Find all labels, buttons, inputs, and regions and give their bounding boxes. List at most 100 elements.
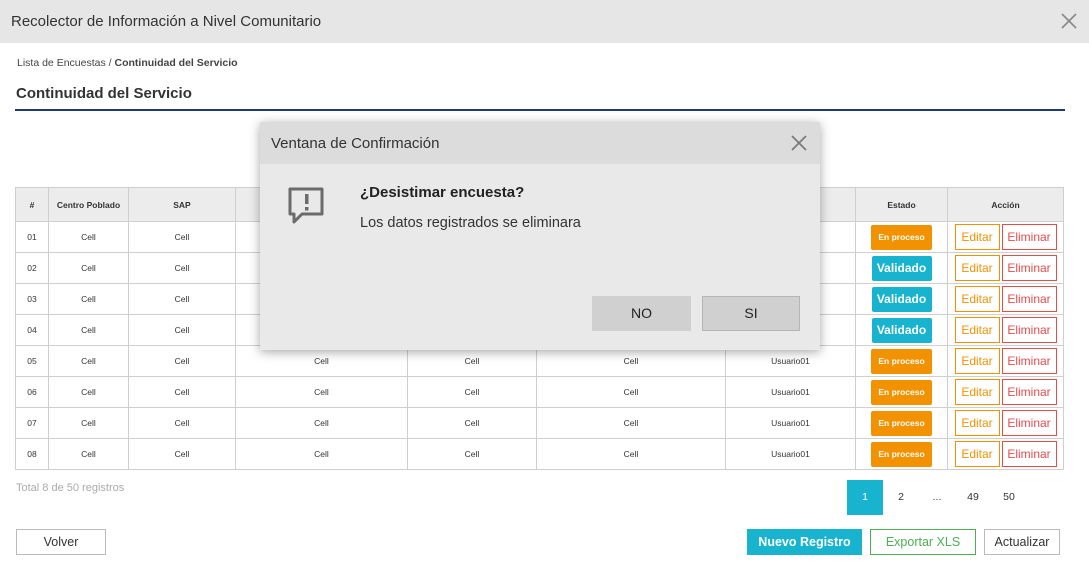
table-cell: Cell (536, 407, 726, 439)
new-record-button[interactable]: Nuevo Registro (747, 529, 862, 555)
row-number-cell: 07 (15, 407, 49, 439)
usuario-cell: Usuario01 (725, 438, 856, 470)
action-cell: Editar Eliminar (947, 314, 1064, 346)
breadcrumb-parent-link[interactable]: Lista de Encuestas (17, 57, 106, 69)
table-cell: Cell (235, 345, 408, 377)
back-button[interactable]: Volver (16, 529, 106, 555)
estado-cell: Validado (855, 252, 948, 284)
breadcrumb: Lista de Encuestas / Continuidad del Ser… (17, 57, 238, 69)
edit-button[interactable]: Editar (954, 441, 1000, 467)
close-icon[interactable] (790, 134, 808, 152)
page-button[interactable]: 2 (883, 480, 919, 515)
action-cell: Editar Eliminar (947, 283, 1064, 315)
estado-cell: Validado (855, 283, 948, 315)
export-xls-button[interactable]: Exportar XLS (870, 529, 976, 555)
table-cell: Cell (407, 438, 537, 470)
table-cell: Cell (407, 345, 537, 377)
column-header: Estado (855, 187, 948, 222)
row-number-cell: 02 (15, 252, 49, 284)
estado-cell: En proceso (855, 221, 948, 253)
breadcrumb-separator: / (105, 57, 115, 69)
page-button[interactable]: 49 (955, 480, 991, 515)
pagination-ellipsis: ... (932, 491, 942, 503)
row-number-cell: 08 (15, 438, 49, 470)
status-badge: En proceso (871, 224, 932, 250)
estado-cell: Validado (855, 314, 948, 346)
row-number-cell: 03 (15, 283, 49, 315)
dialog-message: Los datos registrados se eliminara (360, 215, 581, 231)
edit-button[interactable]: Editar (954, 255, 1000, 281)
action-cell: Editar Eliminar (947, 438, 1064, 470)
edit-button[interactable]: Editar (954, 317, 1000, 343)
sap-cell: Cell (128, 283, 236, 315)
table-row: 08 Cell Cell Cell Cell Cell Usuario01 En proces… (15, 438, 1064, 470)
centro-poblado-cell: Cell (48, 345, 129, 377)
page-button[interactable]: 1 (847, 480, 883, 515)
delete-button[interactable]: Eliminar (1001, 224, 1057, 250)
action-cell: Editar Eliminar (947, 252, 1064, 284)
status-badge: Validado (871, 255, 932, 281)
comment-alert-icon (286, 186, 328, 228)
row-number-cell: 06 (15, 376, 49, 408)
delete-button[interactable]: Eliminar (1001, 410, 1057, 436)
window-titlebar: Recolector de Información a Nivel Comuni… (0, 0, 1089, 43)
centro-poblado-cell: Cell (48, 438, 129, 470)
delete-button[interactable]: Eliminar (1001, 317, 1057, 343)
estado-cell: En proceso (855, 345, 948, 377)
no-button[interactable]: NO (592, 296, 691, 331)
yes-button[interactable]: SI (702, 296, 800, 331)
status-badge: En proceso (871, 348, 932, 374)
sap-cell: Cell (128, 438, 236, 470)
centro-poblado-cell: Cell (48, 314, 129, 346)
centro-poblado-cell: Cell (48, 376, 129, 408)
action-cell: Editar Eliminar (947, 221, 1064, 253)
page-title: Continuidad del Servicio (16, 85, 192, 102)
status-badge: Validado (871, 286, 932, 312)
row-number-cell: 05 (15, 345, 49, 377)
table-cell: Cell (536, 376, 726, 408)
table-cell: Cell (235, 376, 408, 408)
sap-cell: Cell (128, 376, 236, 408)
status-badge: En proceso (871, 410, 932, 436)
table-cell: Cell (235, 407, 408, 439)
usuario-cell: Usuario01 (725, 376, 856, 408)
delete-button[interactable]: Eliminar (1001, 348, 1057, 374)
table-row: 05 Cell Cell Cell Cell Cell Usuario01 En proces… (15, 345, 1064, 377)
total-records: Total 8 de 50 registros (16, 482, 125, 494)
status-badge: Validado (871, 317, 932, 343)
page-button[interactable]: 50 (991, 480, 1027, 515)
sap-cell: Cell (128, 407, 236, 439)
row-number-cell: 01 (15, 221, 49, 253)
table-cell: Cell (407, 407, 537, 439)
sap-cell: Cell (128, 345, 236, 377)
table-cell: Cell (536, 438, 726, 470)
edit-button[interactable]: Editar (954, 379, 1000, 405)
centro-poblado-cell: Cell (48, 221, 129, 253)
table-row: 07 Cell Cell Cell Cell Cell Usuario01 En proces… (15, 407, 1064, 439)
edit-button[interactable]: Editar (954, 348, 1000, 374)
column-header: # (15, 187, 49, 222)
column-header: Centro Poblado (48, 187, 129, 222)
pagination: 1 2... 49 50 (847, 480, 1027, 515)
sap-cell: Cell (128, 252, 236, 284)
refresh-button[interactable]: Actualizar (984, 529, 1060, 555)
table-cell: Cell (536, 345, 726, 377)
window-title: Recolector de Información a Nivel Comuni… (11, 13, 322, 30)
edit-button[interactable]: Editar (954, 410, 1000, 436)
close-icon[interactable] (1060, 12, 1078, 30)
delete-button[interactable]: Eliminar (1001, 286, 1057, 312)
estado-cell: En proceso (855, 438, 948, 470)
delete-button[interactable]: Eliminar (1001, 441, 1057, 467)
centro-poblado-cell: Cell (48, 252, 129, 284)
estado-cell: En proceso (855, 407, 948, 439)
column-header: Acción (947, 187, 1064, 222)
column-header: SAP (128, 187, 236, 222)
confirmation-dialog: Ventana de Confirmación ¿Desistimar encu… (260, 122, 820, 350)
edit-button[interactable]: Editar (954, 224, 1000, 250)
edit-button[interactable]: Editar (954, 286, 1000, 312)
title-divider (15, 109, 1065, 111)
table-cell: Cell (235, 438, 408, 470)
dialog-header: Ventana de Confirmación (260, 122, 820, 164)
delete-button[interactable]: Eliminar (1001, 255, 1057, 281)
delete-button[interactable]: Eliminar (1001, 379, 1057, 405)
